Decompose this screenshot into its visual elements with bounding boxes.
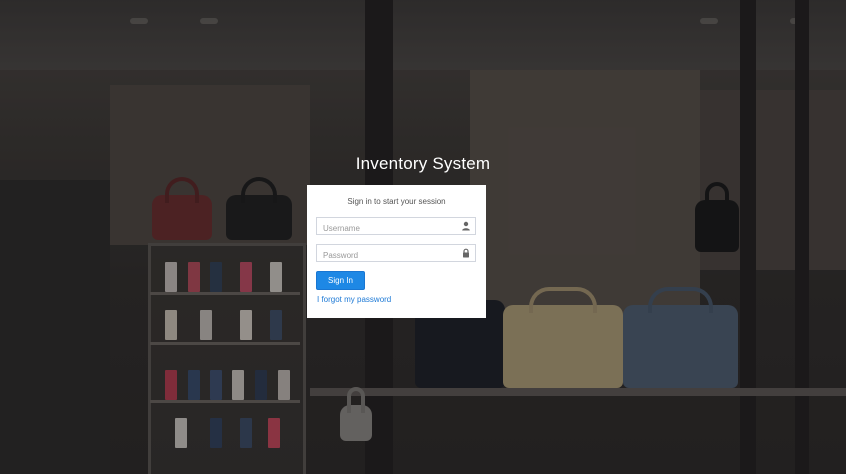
app-title: Inventory System bbox=[0, 154, 846, 174]
app-title-sub: System bbox=[432, 154, 491, 173]
username-input[interactable] bbox=[317, 220, 459, 237]
sign-in-button[interactable]: Sign In bbox=[316, 271, 365, 290]
password-input[interactable] bbox=[317, 247, 459, 264]
forgot-password-link[interactable]: I forgot my password bbox=[317, 295, 391, 304]
password-field bbox=[316, 244, 476, 264]
login-box: Sign in to start your session Sign In I … bbox=[307, 185, 486, 318]
user-icon bbox=[462, 221, 470, 231]
lock-icon bbox=[463, 248, 469, 258]
app-title-main: Inventory bbox=[355, 154, 428, 173]
login-box-message: Sign in to start your session bbox=[347, 197, 446, 206]
username-field bbox=[316, 217, 476, 237]
